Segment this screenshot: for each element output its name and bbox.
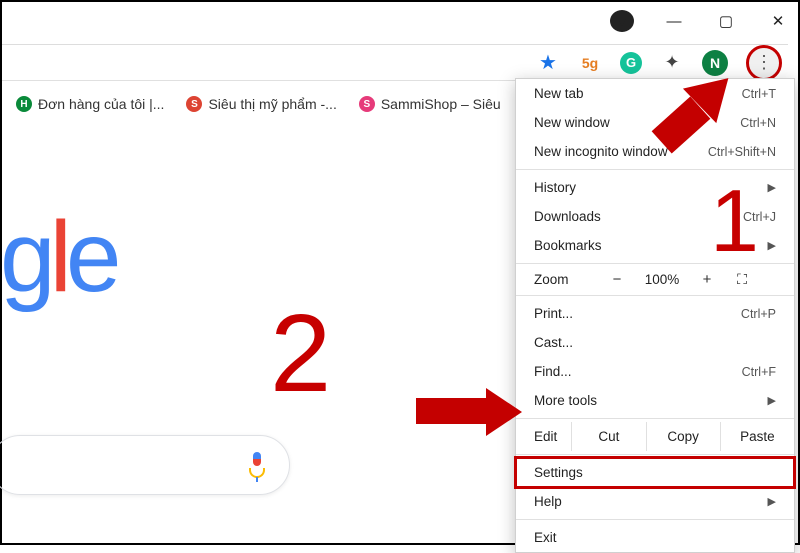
submenu-arrow-icon: ▶: [768, 394, 776, 407]
menu-label: Help: [534, 494, 562, 509]
bookmark-label: Đơn hàng của tôi |...: [38, 96, 164, 112]
menu-shortcut: Ctrl+T: [742, 87, 776, 101]
menu-label: Print...: [534, 306, 573, 321]
close-button[interactable]: ✕: [766, 12, 790, 30]
favicon-icon: S: [186, 96, 202, 112]
menu-label: Settings: [534, 465, 583, 480]
menu-label: Edit: [516, 422, 572, 451]
zoom-out-button[interactable]: −: [604, 271, 630, 288]
submenu-arrow-icon: ▶: [768, 495, 776, 508]
submenu-arrow-icon: ▶: [768, 239, 776, 252]
menu-label: New incognito window: [534, 144, 668, 159]
chrome-menu: New tab Ctrl+T New window Ctrl+N New inc…: [515, 78, 795, 553]
grammarly-icon[interactable]: G: [620, 52, 642, 74]
bookmark-item[interactable]: S Siêu thị mỹ phẩm -...: [186, 96, 336, 112]
menu-separator: [516, 519, 794, 520]
toolbar: ★ 5g G ✦ N ⋮: [2, 44, 788, 80]
google-logo: gle: [0, 200, 115, 315]
zoom-level: 100%: [640, 272, 684, 287]
menu-label: Zoom: [534, 272, 594, 287]
annotation-arrow: [416, 398, 488, 424]
menu-new-tab[interactable]: New tab Ctrl+T: [516, 79, 794, 108]
bookmarks-bar: H Đơn hàng của tôi |... S Siêu thị mỹ ph…: [10, 86, 520, 122]
menu-incognito[interactable]: New incognito window Ctrl+Shift+N: [516, 137, 794, 166]
menu-exit[interactable]: Exit: [516, 523, 794, 552]
menu-label: Exit: [534, 530, 557, 545]
fullscreen-button[interactable]: ⛶: [730, 271, 754, 288]
favicon-icon: S: [359, 96, 375, 112]
menu-cast[interactable]: Cast...: [516, 328, 794, 357]
submenu-arrow-icon: ▶: [768, 181, 776, 194]
bookmark-item[interactable]: S SammiShop – Siêu: [359, 96, 501, 112]
menu-label: Find...: [534, 364, 572, 379]
menu-separator: [516, 454, 794, 455]
menu-shortcut: Ctrl+Shift+N: [708, 145, 776, 159]
menu-separator: [516, 418, 794, 419]
menu-shortcut: Ctrl+F: [742, 365, 776, 379]
bookmark-star-icon[interactable]: ★: [536, 51, 560, 75]
edit-cut[interactable]: Cut: [572, 422, 646, 451]
bookmark-item[interactable]: H Đơn hàng của tôi |...: [16, 96, 164, 112]
edit-copy[interactable]: Copy: [647, 422, 721, 451]
menu-label: Cast...: [534, 335, 573, 350]
tab-dropdown-icon[interactable]: ▼: [610, 10, 634, 32]
menu-label: Bookmarks: [534, 238, 602, 253]
zoom-in-button[interactable]: +: [694, 271, 720, 288]
google-search-box[interactable]: [0, 435, 290, 495]
maximize-button[interactable]: ▢: [714, 12, 738, 30]
bookmark-label: Siêu thị mỹ phẩm -...: [208, 96, 336, 112]
minimize-button[interactable]: —: [662, 13, 686, 30]
bookmark-label: SammiShop – Siêu: [381, 96, 501, 112]
menu-shortcut: Ctrl+N: [740, 116, 776, 130]
menu-separator: [516, 295, 794, 296]
menu-label: More tools: [534, 393, 597, 408]
menu-label: New window: [534, 115, 610, 130]
extensions-puzzle-icon[interactable]: ✦: [660, 51, 684, 75]
menu-help[interactable]: Help ▶: [516, 487, 794, 516]
menu-print[interactable]: Print... Ctrl+P: [516, 299, 794, 328]
chrome-menu-button[interactable]: ⋮: [746, 45, 782, 81]
menu-more-tools[interactable]: More tools ▶: [516, 386, 794, 415]
voice-search-icon[interactable]: [247, 452, 267, 478]
extension-icon[interactable]: 5g: [578, 51, 602, 75]
menu-label: History: [534, 180, 576, 195]
menu-shortcut: Ctrl+P: [741, 307, 776, 321]
menu-label: New tab: [534, 86, 584, 101]
annotation-number-2: 2: [270, 290, 331, 417]
annotation-arrow-head: [486, 388, 522, 436]
edit-paste[interactable]: Paste: [721, 422, 794, 451]
menu-label: Downloads: [534, 209, 601, 224]
menu-find[interactable]: Find... Ctrl+F: [516, 357, 794, 386]
menu-edit-row: Edit Cut Copy Paste: [516, 422, 794, 451]
window-titlebar: ▼ — ▢ ✕: [0, 6, 790, 36]
favicon-icon: H: [16, 96, 32, 112]
menu-settings[interactable]: Settings: [516, 458, 794, 487]
annotation-number-1: 1: [710, 170, 759, 272]
